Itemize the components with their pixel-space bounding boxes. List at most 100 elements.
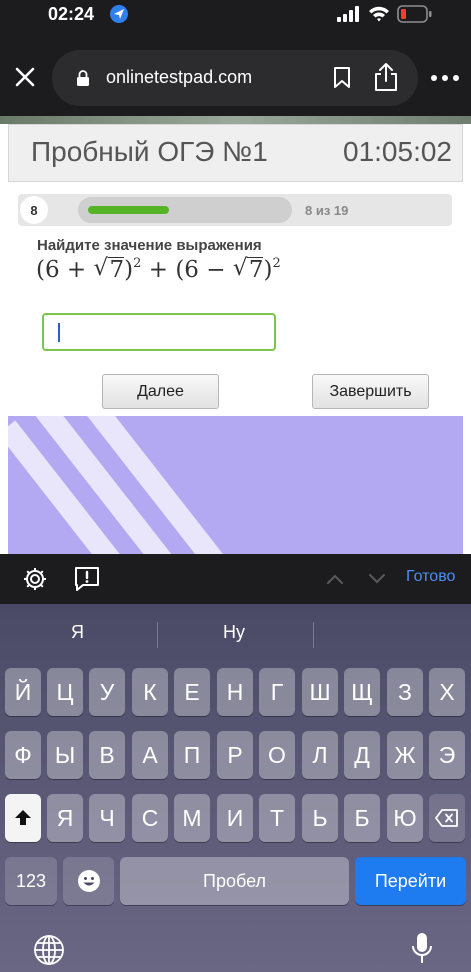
key-letter[interactable]: Ч: [89, 794, 125, 842]
sqrt-1: √ 7: [93, 255, 125, 283]
key-letter[interactable]: М: [174, 794, 210, 842]
key-letter[interactable]: С: [132, 794, 168, 842]
key-letter[interactable]: О: [259, 731, 295, 779]
radicand-1: 7: [109, 257, 125, 283]
sqrt-2: √ 7: [232, 255, 264, 283]
chevron-down-icon: [369, 574, 385, 584]
key-letter[interactable]: Х: [429, 668, 465, 716]
key-letter[interactable]: З: [387, 668, 423, 716]
key-letter[interactable]: Ц: [47, 668, 83, 716]
shift-arrow-icon: [15, 810, 31, 825]
test-title: Пробный ОГЭ №1: [31, 136, 268, 167]
battery-low-icon: [397, 5, 432, 23]
gear-icon: [24, 568, 46, 590]
key-letter[interactable]: Т: [259, 794, 295, 842]
chevron-up-icon: [327, 574, 343, 584]
backspace-key[interactable]: [429, 794, 465, 842]
more-dots-icon: [431, 75, 459, 81]
key-letter[interactable]: Е: [174, 668, 210, 716]
share-icon: [375, 63, 397, 91]
key-letter[interactable]: Я: [47, 794, 83, 842]
more-options-button[interactable]: [430, 69, 460, 85]
previous-field-button[interactable]: [326, 572, 344, 590]
lock-icon: [77, 70, 89, 86]
question-progress: 8 8 из 19: [18, 194, 452, 226]
progress-fill: [88, 206, 169, 214]
cellular-signal-icon: [337, 6, 359, 22]
close-icon: [15, 67, 35, 87]
language-switch-button[interactable]: [33, 934, 65, 971]
key-letter[interactable]: Н: [217, 668, 253, 716]
bookmark-icon: [334, 67, 350, 88]
report-icon: [75, 567, 99, 591]
dictation-button[interactable]: [410, 932, 434, 971]
radicand-2: 7: [248, 257, 264, 283]
key-letter[interactable]: В: [89, 731, 125, 779]
web-page: Пробный ОГЭ №1 01:05:02 8 8 из 19 Найдит…: [0, 116, 471, 554]
math-expression: (6 + √ 7)2 + (6 − √ 7)2: [36, 255, 281, 283]
globe-icon: [34, 935, 64, 965]
status-time: 02:24: [48, 4, 95, 24]
question-number-badge: 8: [20, 196, 48, 224]
backspace-icon: [435, 809, 458, 827]
answer-input[interactable]: [42, 313, 276, 351]
key-letter[interactable]: Й: [5, 668, 41, 716]
bookmark-button[interactable]: [328, 64, 356, 92]
browser-toolbar: onlinetestpad.com: [0, 36, 471, 116]
key-letter[interactable]: Ы: [47, 731, 83, 779]
suggestion-1[interactable]: Я: [71, 622, 84, 643]
key-letter[interactable]: П: [174, 731, 210, 779]
key-letter[interactable]: Ь: [302, 794, 338, 842]
progress-track: [78, 197, 292, 223]
key-letter[interactable]: Б: [344, 794, 380, 842]
key-letter[interactable]: Г: [259, 668, 295, 716]
finish-button[interactable]: Завершить: [312, 374, 429, 409]
keyboard: Я Ну Й Ц У К Е Н Г Ш Щ З Х Ф Ы В А П Р О…: [0, 604, 471, 972]
suggestion-divider: [313, 622, 314, 648]
share-button[interactable]: [370, 60, 402, 94]
exponent-1: 2: [133, 256, 142, 271]
key-letter[interactable]: Ю: [387, 794, 423, 842]
report-button[interactable]: [74, 566, 100, 597]
next-button[interactable]: Далее: [102, 374, 219, 409]
key-letter[interactable]: У: [89, 668, 125, 716]
key-letter[interactable]: Ж: [387, 731, 423, 779]
progress-text: 8 из 19: [305, 203, 349, 218]
decorative-banner: [8, 416, 463, 554]
expr-close-1: ): [124, 257, 134, 283]
key-letter[interactable]: И: [217, 794, 253, 842]
text-cursor: [58, 323, 60, 342]
key-letter[interactable]: Д: [344, 731, 380, 779]
suggestion-2[interactable]: Ну: [223, 622, 245, 643]
expr-open-1: (6 +: [36, 257, 87, 283]
shift-key[interactable]: [5, 794, 41, 842]
status-bar: 02:24: [0, 0, 471, 36]
wifi-icon: [369, 6, 389, 22]
space-key[interactable]: Пробел: [120, 857, 349, 905]
suggestion-bar: Я Ну: [0, 604, 471, 664]
exponent-2: 2: [272, 256, 281, 271]
key-letter[interactable]: Л: [302, 731, 338, 779]
test-timer: 01:05:02: [343, 136, 452, 167]
next-field-button[interactable]: [368, 572, 386, 590]
key-letter[interactable]: А: [132, 731, 168, 779]
keyboard-accessory-bar: Готово: [0, 554, 471, 604]
key-letter[interactable]: Э: [429, 731, 465, 779]
test-header: Пробный ОГЭ №1 01:05:02: [8, 124, 463, 182]
key-letter[interactable]: К: [132, 668, 168, 716]
address-bar[interactable]: onlinetestpad.com: [52, 50, 418, 106]
numbers-key[interactable]: 123: [5, 857, 57, 905]
key-letter[interactable]: Щ: [344, 668, 380, 716]
microphone-icon: [412, 933, 432, 963]
question-label: Найдите значение выражения: [37, 237, 262, 254]
suggestion-divider: [157, 622, 158, 648]
settings-button[interactable]: [22, 566, 48, 597]
url-text: onlinetestpad.com: [106, 67, 253, 87]
done-button[interactable]: Готово: [406, 568, 455, 586]
key-letter[interactable]: Р: [217, 731, 253, 779]
key-letter[interactable]: Ш: [302, 668, 338, 716]
key-letter[interactable]: Ф: [5, 731, 41, 779]
emoji-key[interactable]: [63, 857, 114, 905]
close-tab-button[interactable]: [8, 60, 42, 94]
go-key[interactable]: Перейти: [355, 857, 466, 905]
